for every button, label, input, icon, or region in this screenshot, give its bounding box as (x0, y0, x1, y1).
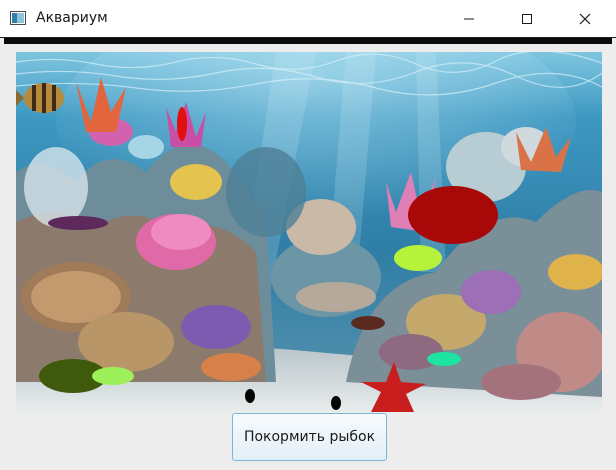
app-window: Аквариум Покормить рыбок (0, 0, 616, 470)
close-button[interactable] (556, 0, 614, 37)
fish-dark-red-large (408, 186, 498, 244)
aquarium-scene (16, 52, 602, 412)
fish-lime (394, 245, 442, 271)
fish-brown (351, 316, 385, 330)
fish-purple (48, 216, 108, 230)
close-icon (579, 13, 591, 24)
fish-teal (427, 352, 461, 366)
fish-black-left (245, 389, 255, 403)
maximize-button[interactable] (498, 0, 556, 37)
minimize-icon (464, 18, 474, 19)
window-title: Аквариум (36, 10, 108, 26)
title-bar: Аквариум (0, 0, 616, 37)
fish-red-small (177, 107, 187, 141)
feed-fish-button[interactable]: Покормить рыбок (232, 413, 387, 461)
app-window-icon (10, 11, 26, 25)
minimize-button[interactable] (440, 0, 498, 37)
fish-light-green (92, 367, 134, 385)
window-frame-edge (4, 38, 612, 44)
aquarium-canvas (16, 52, 602, 412)
maximize-icon (522, 13, 532, 24)
fish-black-right (331, 396, 341, 410)
